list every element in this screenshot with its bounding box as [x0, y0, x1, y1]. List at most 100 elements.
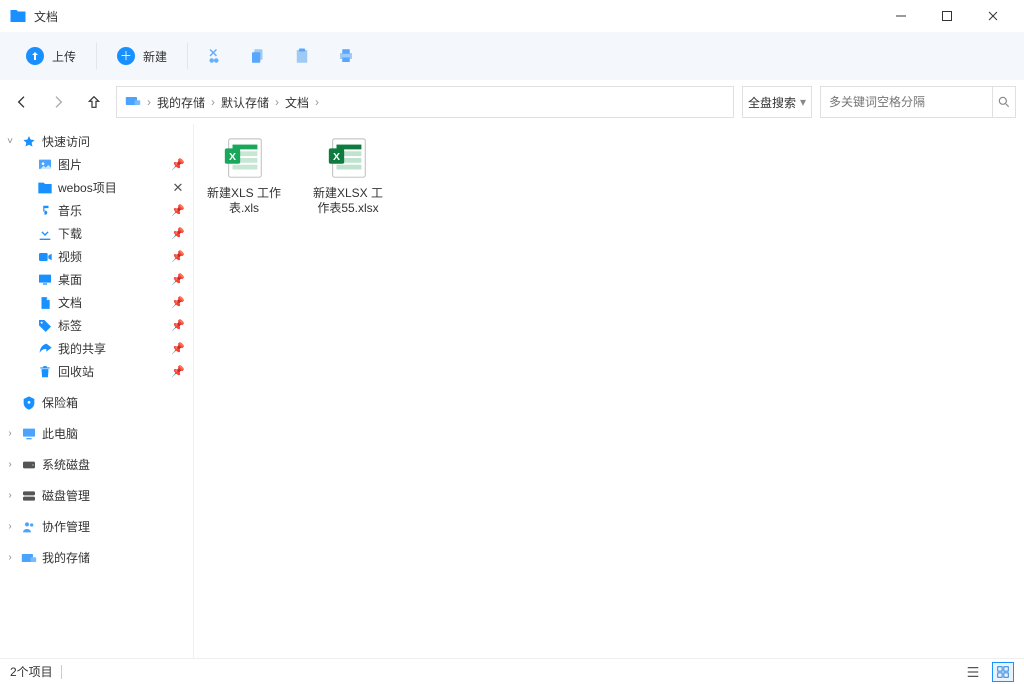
breadcrumb[interactable]: › 我的存储 › 默认存储 › 文档 ›: [116, 86, 734, 118]
view-grid-button[interactable]: [992, 662, 1014, 682]
view-list-button[interactable]: [962, 662, 984, 682]
create-label: 新建: [143, 48, 167, 65]
search-mode-select[interactable]: 全盘搜索 ▾: [742, 86, 812, 118]
sidebar-vault[interactable]: 保险箱: [0, 391, 193, 414]
document-icon: [37, 295, 53, 311]
desktop-icon: [37, 272, 53, 288]
disk-icon: [21, 488, 37, 504]
sidebar-item-label: 视频: [58, 248, 166, 265]
pin-icon[interactable]: 📌: [171, 319, 185, 332]
pin-icon[interactable]: 📌: [171, 158, 185, 171]
plus-icon: ＋: [117, 47, 135, 65]
chevron-right-icon: ›: [4, 552, 16, 564]
upload-label: 上传: [52, 48, 76, 65]
sidebar-item-tags[interactable]: 标签 📌: [0, 314, 193, 337]
sidebar-item-desktop[interactable]: 桌面 📌: [0, 268, 193, 291]
status-count: 2个项目: [10, 663, 53, 680]
sidebar-sysdisk[interactable]: › 系统磁盘: [0, 453, 193, 476]
sidebar-diskmgr[interactable]: › 磁盘管理: [0, 484, 193, 507]
minimize-button[interactable]: [878, 0, 924, 32]
sidebar-item-label: 保险箱: [42, 394, 185, 411]
pin-icon[interactable]: 📌: [171, 365, 185, 378]
chevron-down-icon: ▾: [800, 95, 806, 109]
storage-icon: [21, 550, 37, 566]
sidebar-item-videos[interactable]: 视频 📌: [0, 245, 193, 268]
pin-icon[interactable]: 📌: [171, 296, 185, 309]
upload-icon: [26, 47, 44, 65]
svg-text:X: X: [333, 151, 340, 163]
sidebar-item-label: 桌面: [58, 271, 166, 288]
divider: [96, 43, 97, 69]
sidebar-item-music[interactable]: 音乐 📌: [0, 199, 193, 222]
breadcrumb-sep: ›: [147, 95, 151, 109]
divider: [187, 43, 188, 69]
folder-icon: [37, 180, 53, 196]
pin-icon[interactable]: 📌: [171, 273, 185, 286]
print-button[interactable]: [326, 39, 366, 73]
trash-icon: [37, 364, 53, 380]
video-icon: [37, 249, 53, 265]
cut-button[interactable]: [194, 39, 234, 73]
pin-icon[interactable]: 📌: [171, 204, 185, 217]
maximize-button[interactable]: [924, 0, 970, 32]
chevron-right-icon: ›: [4, 428, 16, 440]
chevron-right-icon: ›: [4, 490, 16, 502]
chevron-right-icon: ›: [4, 521, 16, 533]
paste-button[interactable]: [282, 39, 322, 73]
search-box: [820, 86, 1016, 118]
pin-icon[interactable]: 📌: [171, 227, 185, 240]
sidebar-item-downloads[interactable]: 下载 📌: [0, 222, 193, 245]
copy-button[interactable]: [238, 39, 278, 73]
back-button[interactable]: [8, 88, 36, 116]
download-icon: [37, 226, 53, 242]
up-button[interactable]: [80, 88, 108, 116]
statusbar: 2个项目: [0, 658, 1024, 684]
breadcrumb-root[interactable]: 我的存储: [157, 94, 205, 111]
folder-icon: [8, 6, 28, 26]
file-grid[interactable]: X 新建XLS 工作表.xls X 新建XLSX 工作表55.xlsx: [194, 124, 1024, 658]
users-icon: [21, 519, 37, 535]
sidebar-item-documents[interactable]: 文档 📌: [0, 291, 193, 314]
file-name: 新建XLSX 工作表55.xlsx: [310, 186, 386, 216]
close-button[interactable]: [970, 0, 1016, 32]
file-name: 新建XLS 工作表.xls: [206, 186, 282, 216]
divider: [61, 665, 62, 679]
storage-icon: [125, 95, 141, 110]
upload-button[interactable]: 上传: [12, 41, 90, 71]
file-item[interactable]: X 新建XLS 工作表.xls: [206, 134, 282, 216]
svg-text:X: X: [229, 151, 236, 163]
sidebar-item-myshare[interactable]: 我的共享 📌: [0, 337, 193, 360]
toolbar: 上传 ＋ 新建: [0, 32, 1024, 80]
nav-row: › 我的存储 › 默认存储 › 文档 › 全盘搜索 ▾: [0, 80, 1024, 124]
sidebar-coop[interactable]: › 协作管理: [0, 515, 193, 538]
sidebar-item-label: 协作管理: [42, 518, 185, 535]
sidebar-thispc[interactable]: › 此电脑: [0, 422, 193, 445]
sidebar-item-label: 我的存储: [42, 549, 185, 566]
search-input[interactable]: [821, 95, 992, 109]
sidebar-item-label: 此电脑: [42, 425, 185, 442]
sidebar-item-webos[interactable]: webos项目 ✕: [0, 176, 193, 199]
disk-icon: [21, 457, 37, 473]
titlebar: 文档: [0, 0, 1024, 32]
create-button[interactable]: ＋ 新建: [103, 41, 181, 71]
search-button[interactable]: [992, 87, 1015, 117]
sidebar-mystorage[interactable]: › 我的存储: [0, 546, 193, 569]
sidebar-item-label: 回收站: [58, 363, 166, 380]
pin-icon[interactable]: 📌: [171, 342, 185, 355]
file-item[interactable]: X 新建XLSX 工作表55.xlsx: [310, 134, 386, 216]
forward-button[interactable]: [44, 88, 72, 116]
sidebar-quick-access[interactable]: ˅ 快速访问: [0, 130, 193, 153]
sidebar-item-label: 下载: [58, 225, 166, 242]
pin-icon[interactable]: 📌: [171, 250, 185, 263]
vault-icon: [21, 395, 37, 411]
sidebar-item-recycle[interactable]: 回收站 📌: [0, 360, 193, 383]
chevron-right-icon: ›: [4, 459, 16, 471]
breadcrumb-leaf[interactable]: 文档: [285, 94, 309, 111]
close-icon[interactable]: ✕: [171, 180, 185, 196]
sidebar-item-pictures[interactable]: 图片 📌: [0, 153, 193, 176]
breadcrumb-mid[interactable]: 默认存储: [221, 94, 269, 111]
sidebar-item-label: 标签: [58, 317, 166, 334]
breadcrumb-sep: ›: [211, 95, 215, 109]
breadcrumb-sep: ›: [275, 95, 279, 109]
image-icon: [37, 157, 53, 173]
